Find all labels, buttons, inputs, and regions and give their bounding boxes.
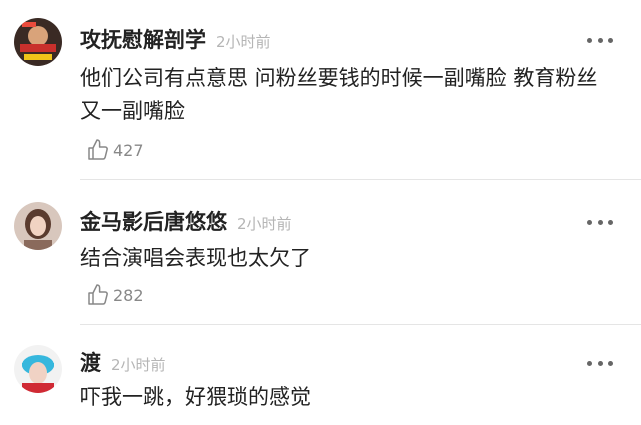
like-button[interactable]: 427 — [86, 138, 144, 162]
dot — [587, 360, 592, 366]
dot — [608, 37, 613, 43]
dot — [597, 37, 603, 43]
comment-text: 他们公司有点意思 问粉丝要钱的时候一副嘴脸 教育粉丝又一副嘴脸 — [80, 66, 598, 123]
username-text[interactable]: 渡 — [80, 351, 101, 375]
timestamp: 2小时前 — [111, 356, 166, 374]
username[interactable]: 攻抚慰解剖学 2小时前 — [80, 24, 271, 54]
avatar-image — [14, 202, 62, 250]
like-count: 282 — [113, 285, 144, 305]
comment-item: 渡 2小时前 吓我一跳，好猥琐的感觉 — [0, 325, 641, 425]
user-avatar[interactable] — [14, 202, 62, 250]
user-avatar[interactable] — [14, 18, 62, 66]
dot — [608, 219, 613, 225]
comment-item: 金马影后唐悠悠 2小时前 结合演唱会表现也太欠了 282 — [0, 180, 641, 325]
dot — [587, 219, 592, 225]
dot — [597, 360, 603, 366]
comment-item: 攻抚慰解剖学 2小时前 他们公司有点意思 问粉丝要钱的时候一副嘴脸 教育粉丝又一副… — [0, 0, 641, 180]
more-options-icon[interactable] — [587, 359, 613, 367]
avatar-image — [14, 345, 62, 393]
dot — [597, 219, 603, 225]
thumbs-up-icon — [88, 139, 108, 160]
more-options-icon[interactable] — [587, 218, 613, 226]
comment-text: 吓我一跳，好猥琐的感觉 — [80, 385, 311, 409]
username-text[interactable]: 攻抚慰解剖学 — [80, 28, 206, 52]
like-button[interactable]: 282 — [86, 283, 144, 307]
username-text[interactable]: 金马影后唐悠悠 — [80, 210, 227, 234]
dot — [587, 37, 592, 43]
like-count: 427 — [113, 140, 144, 160]
thumbs-up-icon — [88, 284, 108, 305]
username[interactable]: 渡 2小时前 — [80, 347, 166, 377]
avatar-image — [14, 18, 62, 66]
timestamp: 2小时前 — [237, 215, 292, 233]
comment-text: 结合演唱会表现也太欠了 — [80, 246, 311, 270]
more-options-icon[interactable] — [587, 36, 613, 44]
timestamp: 2小时前 — [216, 33, 271, 51]
username[interactable]: 金马影后唐悠悠 2小时前 — [80, 206, 292, 236]
dot — [608, 360, 613, 366]
user-avatar[interactable] — [14, 345, 62, 393]
